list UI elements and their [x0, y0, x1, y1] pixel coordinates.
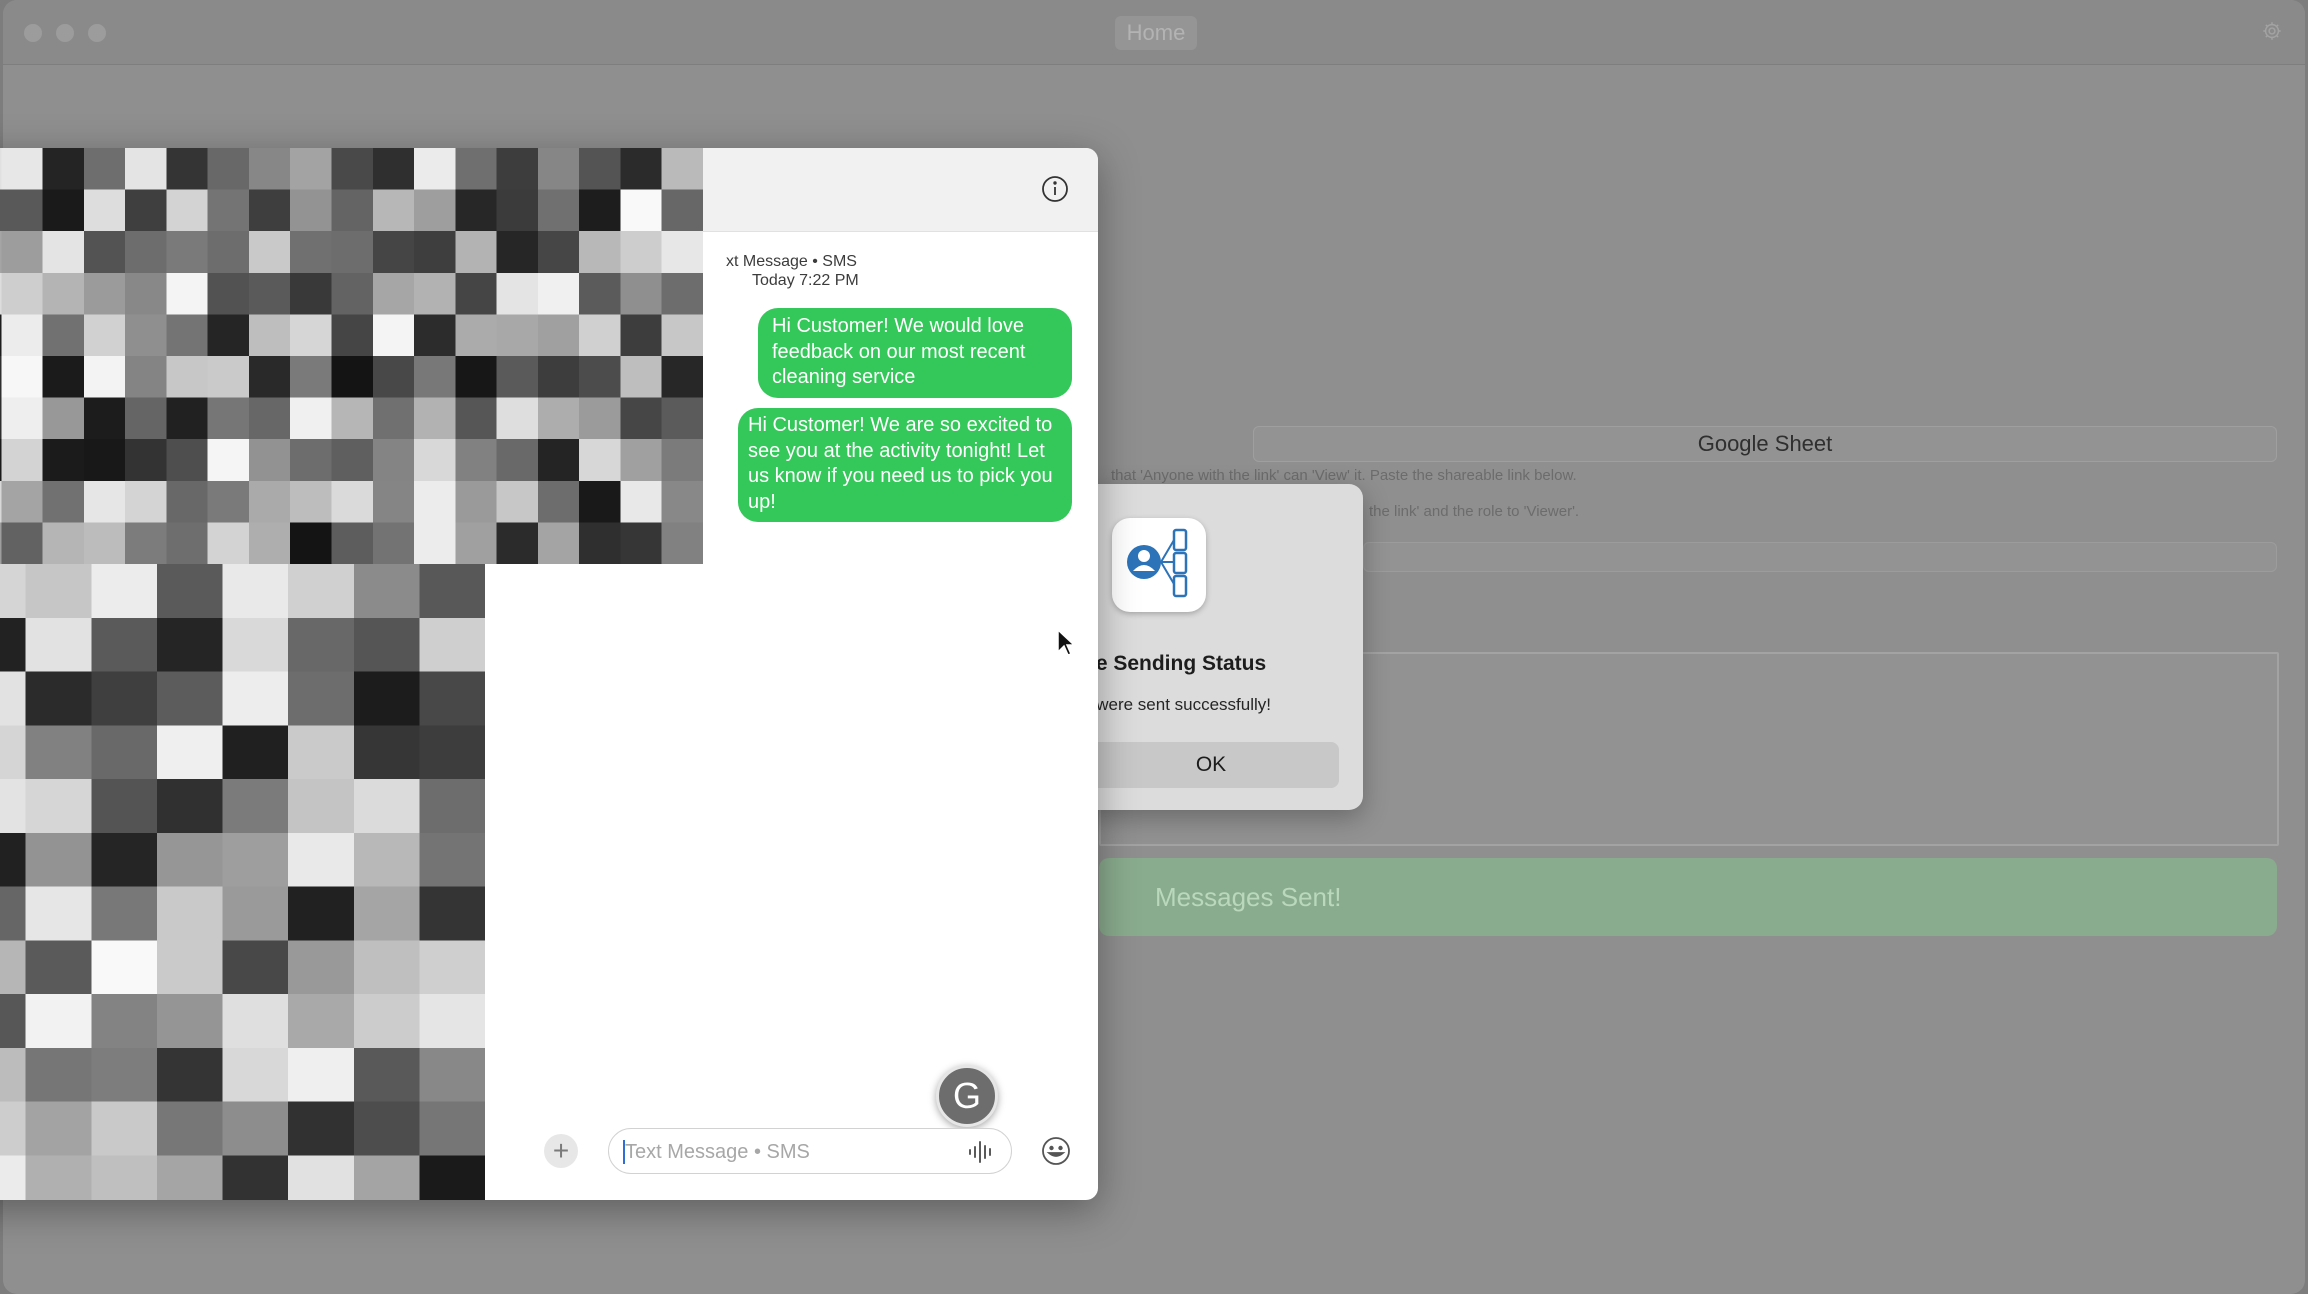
zoom-window-button[interactable]: [88, 24, 106, 42]
message-input[interactable]: [623, 1136, 947, 1168]
compose-field[interactable]: [608, 1128, 1012, 1174]
info-icon[interactable]: [1040, 174, 1070, 204]
mouse-cursor: [1056, 628, 1076, 658]
google-sheet-button[interactable]: Google Sheet: [1253, 426, 2277, 462]
alert-message: s were sent successfully!: [1083, 695, 1272, 714]
sheet-link-input[interactable]: [1363, 542, 2277, 572]
add-attachment-button[interactable]: +: [544, 1134, 578, 1168]
home-tab[interactable]: Home: [1115, 16, 1197, 50]
messages-window: xt Message • SMS Today 7:22 PM Hi Custom…: [0, 148, 1098, 1200]
ok-button[interactable]: OK: [1083, 742, 1339, 788]
sending-status-alert: ge Sending Status s were sent successful…: [1083, 484, 1363, 810]
contact-network-icon: [1112, 518, 1206, 612]
grammarly-button[interactable]: G: [936, 1065, 998, 1127]
pixelated-redaction: [0, 564, 485, 1200]
emoji-icon[interactable]: [1040, 1135, 1072, 1167]
message-timestamp: Today 7:22 PM: [752, 272, 859, 289]
message-bubble[interactable]: Hi Customer! We would love feedback on o…: [758, 308, 1072, 398]
share-instructions-text: that 'Anyone with the link' can 'View' i…: [1111, 467, 1577, 484]
message-bubble[interactable]: Hi Customer! We are so excited to see yo…: [738, 408, 1072, 522]
share-role-text: the link' and the role to 'Viewer'.: [1369, 503, 1580, 520]
gear-icon[interactable]: [2261, 20, 2283, 42]
alert-title: ge Sending Status: [1083, 652, 1267, 675]
title-bar: Home: [3, 0, 2305, 65]
service-label: xt Message • SMS: [726, 253, 857, 270]
close-window-button[interactable]: [24, 24, 42, 42]
minimize-window-button[interactable]: [56, 24, 74, 42]
audio-waveform-icon[interactable]: [966, 1139, 994, 1165]
messages-sent-banner[interactable]: Messages Sent!: [1099, 858, 2277, 936]
pixelated-redaction: [0, 148, 703, 564]
